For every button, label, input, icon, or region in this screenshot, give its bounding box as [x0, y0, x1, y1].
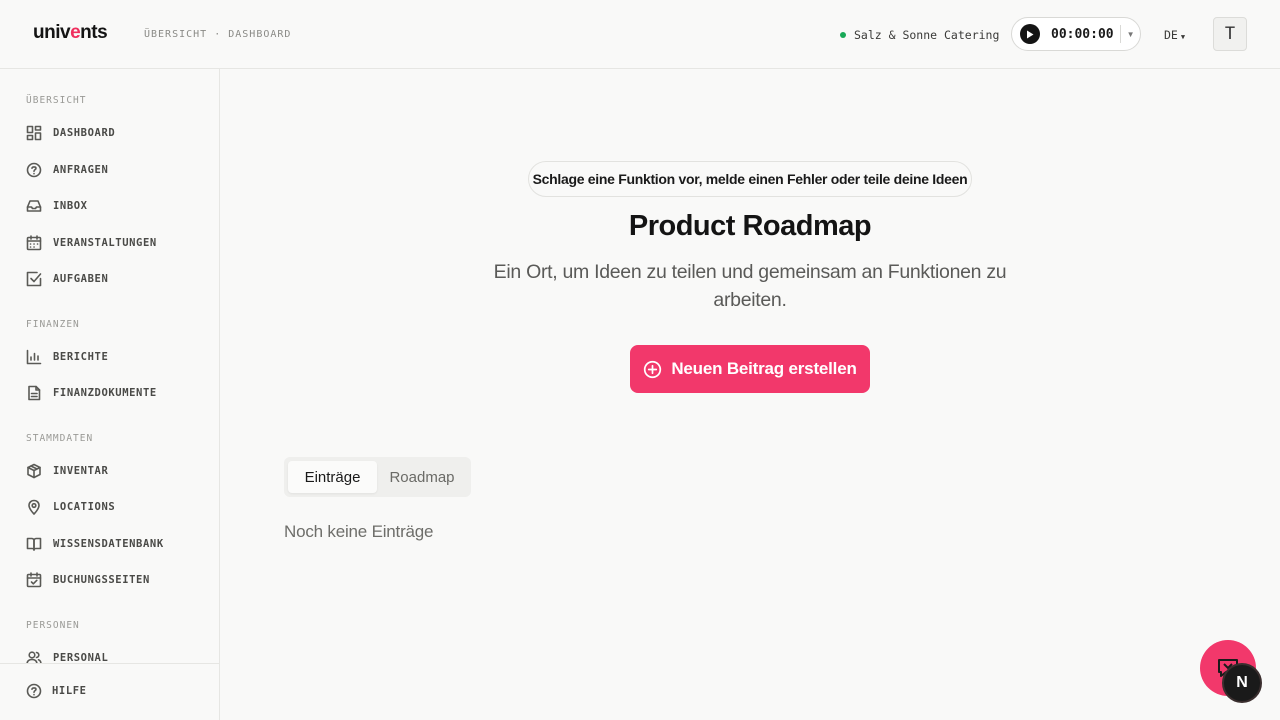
company-name: Salz & Sonne Catering: [854, 28, 1000, 42]
timer-divider: [1119, 25, 1121, 43]
sidebar-item-label: DASHBOARD: [53, 127, 116, 139]
view-tabs: Einträge Roadmap: [284, 457, 471, 497]
document-icon: [28, 385, 41, 401]
logo-text-start: univ: [33, 22, 71, 43]
section-label-uebersicht: ÜBERSICHT: [26, 95, 87, 106]
dev-indicator-badge[interactable]: N: [1222, 663, 1262, 703]
sidebar-item-hilfe[interactable]: HILFE: [26, 683, 87, 699]
status-dot: [840, 32, 846, 38]
calendar-check-icon: [26, 572, 42, 588]
sidebar-item-label: VERANSTALTUNGEN: [53, 237, 157, 249]
tab-eintraege[interactable]: Einträge: [288, 461, 377, 493]
sidebar: ÜBERSICHT DASHBOARD ANFRAGEN INBOX VERAN…: [0, 69, 220, 720]
create-post-button[interactable]: Neuen Beitrag erstellen: [630, 345, 870, 393]
help-circle-icon: [26, 162, 42, 178]
sidebar-item-inventar[interactable]: INVENTAR: [26, 461, 108, 481]
sidebar-item-finanzdokumente[interactable]: FINANZDOKUMENTE: [26, 383, 157, 403]
sidebar-item-label: AUFGABEN: [53, 273, 109, 285]
section-label-personen: PERSONEN: [26, 620, 80, 631]
sidebar-item-label: ANFRAGEN: [53, 164, 109, 176]
section-label-finanzen: FINANZEN: [26, 319, 80, 330]
help-circle-icon: [26, 683, 42, 699]
sidebar-item-label: INBOX: [53, 200, 88, 212]
map-pin-icon: [28, 499, 40, 515]
sidebar-item-veranstaltungen[interactable]: VERANSTALTUNGEN: [26, 233, 157, 253]
sidebar-item-label: BERICHTE: [53, 351, 109, 363]
chevron-down-icon: ▼: [1180, 33, 1186, 41]
breadcrumb: ÜBERSICHT · DASHBOARD: [144, 29, 292, 40]
timer-display: 00:00:00: [1051, 26, 1114, 42]
logo[interactable]: univents: [33, 22, 108, 44]
sidebar-item-label: WISSENSDATENBANK: [53, 538, 164, 550]
company-selector[interactable]: Salz & Sonne Catering: [840, 28, 999, 42]
sidebar-item-label: BUCHUNGSSEITEN: [53, 574, 150, 586]
book-icon: [26, 537, 42, 551]
logo-text-end: nts: [80, 22, 108, 43]
sidebar-item-wissensdatenbank[interactable]: WISSENSDATENBANK: [26, 534, 164, 554]
sidebar-item-label: LOCATIONS: [53, 501, 116, 513]
plus-circle-icon: [644, 360, 662, 378]
help-label: HILFE: [52, 685, 87, 697]
sidebar-item-label: INVENTAR: [53, 465, 109, 477]
calendar-icon: [26, 235, 42, 251]
section-label-stammdaten: STAMMDATEN: [26, 433, 94, 444]
create-post-label: Neuen Beitrag erstellen: [671, 359, 857, 378]
sidebar-item-anfragen[interactable]: ANFRAGEN: [26, 160, 108, 180]
sidebar-item-label: FINANZDOKUMENTE: [53, 387, 157, 399]
sidebar-item-inbox[interactable]: INBOX: [26, 196, 88, 216]
page-title: Product Roadmap: [628, 210, 872, 242]
bar-chart-icon: [26, 349, 42, 365]
logo-text-accent: e: [70, 22, 81, 43]
checkbox-icon: [26, 271, 42, 287]
language-label: DE: [1164, 28, 1178, 42]
empty-state-text: Noch keine Einträge: [284, 522, 434, 541]
dashboard-icon: [26, 125, 42, 141]
play-icon: [1027, 30, 1034, 38]
top-header: univents ÜBERSICHT · DASHBOARD Salz & So…: [0, 0, 1280, 69]
page-subtitle: Ein Ort, um Ideen zu teilen und gemeinsa…: [493, 261, 1007, 311]
avatar[interactable]: T: [1213, 17, 1247, 51]
sidebar-item-locations[interactable]: LOCATIONS: [26, 497, 115, 517]
box-icon: [27, 463, 41, 479]
sidebar-item-dashboard[interactable]: DASHBOARD: [26, 123, 115, 143]
feedback-pill: Schlage eine Funktion vor, melde einen F…: [528, 161, 972, 197]
time-tracker: 00:00:00 ▼: [1011, 17, 1141, 51]
sidebar-item-berichte[interactable]: BERICHTE: [26, 347, 108, 367]
chevron-down-icon[interactable]: ▼: [1127, 30, 1135, 39]
inbox-icon: [26, 200, 42, 212]
language-selector[interactable]: DE ▼: [1164, 28, 1185, 42]
tab-roadmap[interactable]: Roadmap: [377, 461, 467, 493]
sidebar-footer: HILFE: [0, 663, 219, 720]
sidebar-item-buchungsseiten[interactable]: BUCHUNGSSEITEN: [26, 570, 150, 590]
sidebar-item-aufgaben[interactable]: AUFGABEN: [26, 269, 108, 289]
play-button[interactable]: [1020, 24, 1040, 44]
